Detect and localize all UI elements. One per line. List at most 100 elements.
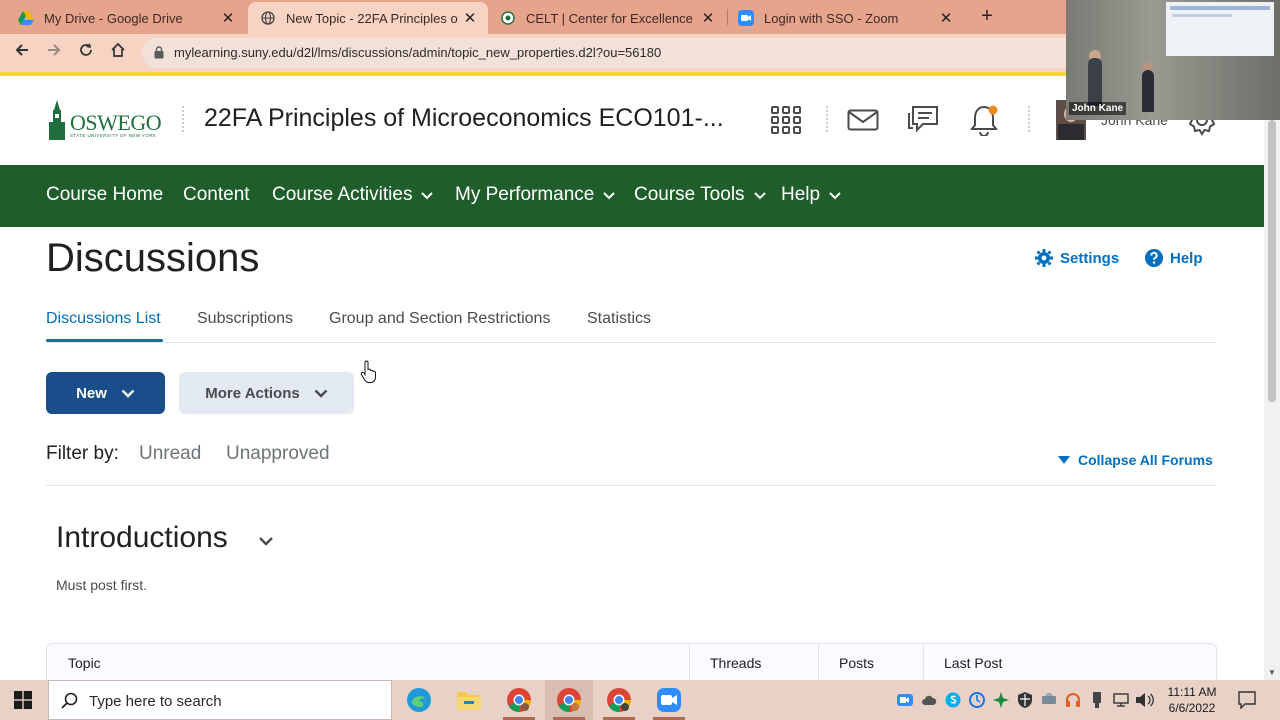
headset-icon[interactable] — [1064, 691, 1082, 709]
nav-course-tools[interactable]: Course Tools — [634, 184, 766, 206]
header-divider — [826, 106, 828, 134]
taskbar-chrome-3[interactable] — [595, 680, 643, 720]
forward-arrow-icon[interactable] — [43, 42, 65, 64]
course-selector-grid-icon[interactable] — [768, 102, 804, 138]
more-actions-button[interactable]: More Actions — [179, 372, 354, 414]
new-button[interactable]: New — [46, 372, 165, 414]
volume-icon[interactable] — [1136, 691, 1154, 709]
course-navbar: Course Home Content Course Activities My… — [0, 165, 1264, 227]
column-header-posts: Posts — [839, 655, 875, 671]
gear-icon — [1035, 249, 1053, 267]
browser-tab-google-drive[interactable]: My Drive - Google Drive ✕ — [0, 2, 246, 34]
tab-statistics[interactable]: Statistics — [587, 310, 651, 328]
system-clock[interactable]: 11:11 AM 6/6/2022 — [1160, 684, 1224, 716]
browser-tab-celt[interactable]: CELT | Center for Excellence in Le ✕ — [490, 2, 726, 34]
close-icon[interactable]: ✕ — [216, 9, 240, 27]
url-text: mylearning.suny.edu/d2l/lms/discussions/… — [174, 45, 662, 60]
active-tab-indicator — [46, 339, 163, 342]
close-icon[interactable]: ✕ — [696, 9, 720, 27]
nav-label: Course Tools — [634, 184, 745, 205]
nav-my-performance[interactable]: My Performance — [455, 184, 616, 206]
chevron-down-icon — [603, 192, 616, 200]
browser-tab-zoom[interactable]: Login with SSO - Zoom ✕ — [728, 2, 964, 34]
help-link[interactable]: Help — [1144, 248, 1203, 268]
discussion-tabs: Discussions List Subscriptions Group and… — [46, 300, 1216, 343]
forum-title: Introductions — [56, 521, 228, 554]
tab-group-section-restrictions[interactable]: Group and Section Restrictions — [329, 310, 550, 328]
tab-discussions-list[interactable]: Discussions List — [46, 310, 161, 328]
network-drive-icon[interactable] — [1040, 691, 1058, 709]
windows-start-icon[interactable] — [14, 691, 32, 709]
filter-unapproved[interactable]: Unapproved — [226, 443, 330, 465]
column-divider — [818, 644, 819, 682]
nav-label: Help — [781, 184, 821, 205]
globe-icon — [260, 10, 276, 26]
zoom-icon — [738, 10, 754, 26]
chat-icon[interactable] — [905, 102, 941, 138]
taskbar-chrome-2[interactable] — [545, 680, 593, 720]
taskbar-zoom[interactable] — [645, 680, 693, 720]
tab-subscriptions[interactable]: Subscriptions — [197, 310, 293, 328]
skype-icon[interactable] — [944, 691, 962, 709]
clock-time: 11:11 AM — [1167, 685, 1217, 699]
network-icon[interactable] — [1112, 691, 1130, 709]
reload-icon[interactable] — [75, 42, 97, 64]
nav-label: Course Home — [46, 184, 164, 205]
filter-unread[interactable]: Unread — [139, 443, 201, 465]
usb-device-icon[interactable] — [1088, 691, 1106, 709]
close-icon[interactable]: ✕ — [458, 9, 482, 27]
nav-label: Course Activities — [272, 184, 413, 205]
person-body — [1142, 70, 1154, 112]
column-header-topic: Topic — [68, 655, 101, 671]
column-header-threads: Threads — [710, 655, 762, 671]
scroll-down-arrow-icon[interactable]: ▼ — [1268, 668, 1276, 677]
google-drive-icon — [18, 10, 34, 26]
oswego-logo[interactable]: OSWEGO STATE UNIVERSITY OF NEW YORK — [46, 100, 164, 140]
chevron-down-icon — [314, 389, 328, 398]
taskbar-file-explorer[interactable] — [445, 680, 493, 720]
home-icon[interactable] — [107, 42, 129, 64]
hand-cursor-icon — [360, 360, 376, 383]
notification-bell-icon[interactable] — [966, 102, 1002, 138]
header-divider — [182, 106, 184, 134]
browser-tab-new-topic[interactable]: New Topic - 22FA Principles of M ✕ — [248, 2, 488, 34]
chevron-down-icon[interactable] — [258, 536, 274, 546]
green-star-icon[interactable] — [992, 691, 1010, 709]
shield-icon[interactable] — [1016, 691, 1034, 709]
nav-course-home[interactable]: Course Home — [46, 184, 163, 206]
mail-icon[interactable] — [845, 102, 881, 138]
more-actions-label: More Actions — [205, 384, 300, 402]
collapse-all-forums-link[interactable]: Collapse All Forums — [1058, 452, 1213, 468]
tab-title: Login with SSO - Zoom — [764, 10, 899, 26]
scrollbar-thumb[interactable] — [1268, 120, 1276, 402]
tab-title: My Drive - Google Drive — [44, 10, 183, 26]
settings-link[interactable]: Settings — [1034, 248, 1119, 268]
nav-content[interactable]: Content — [183, 184, 250, 206]
chevron-down-icon — [753, 192, 766, 200]
new-tab-button[interactable]: + — [976, 5, 998, 28]
nav-course-activities[interactable]: Course Activities — [272, 184, 434, 206]
nav-help[interactable]: Help — [781, 184, 841, 206]
zoom-icon — [657, 688, 681, 712]
taskbar-edge[interactable] — [395, 680, 443, 720]
taskbar-chrome-1[interactable] — [495, 680, 543, 720]
tab-title: New Topic - 22FA Principles of M — [286, 10, 458, 26]
page-scrollbar[interactable]: ▼ — [1264, 120, 1280, 680]
new-button-label: New — [76, 384, 107, 402]
edge-browser-icon — [407, 688, 431, 712]
zoom-tray-icon[interactable] — [896, 691, 914, 709]
cloud-icon[interactable] — [920, 691, 938, 709]
clock-date: 6/6/2022 — [1168, 701, 1216, 715]
chrome-icon — [557, 688, 581, 712]
taskbar-search-field[interactable]: Type here to search — [48, 680, 392, 720]
column-header-last-post: Last Post — [944, 655, 1003, 671]
webcam-video-overlay: John Kane — [1066, 0, 1280, 120]
search-icon — [61, 692, 78, 709]
back-arrow-icon[interactable] — [11, 42, 33, 64]
course-title[interactable]: 22FA Principles of Microeconomics ECO101… — [204, 104, 724, 133]
close-icon[interactable]: ✕ — [934, 9, 958, 27]
caret-down-icon — [1058, 456, 1070, 464]
notification-center-icon[interactable] — [1238, 691, 1256, 709]
sync-icon[interactable] — [968, 691, 986, 709]
chevron-down-icon — [421, 192, 434, 200]
